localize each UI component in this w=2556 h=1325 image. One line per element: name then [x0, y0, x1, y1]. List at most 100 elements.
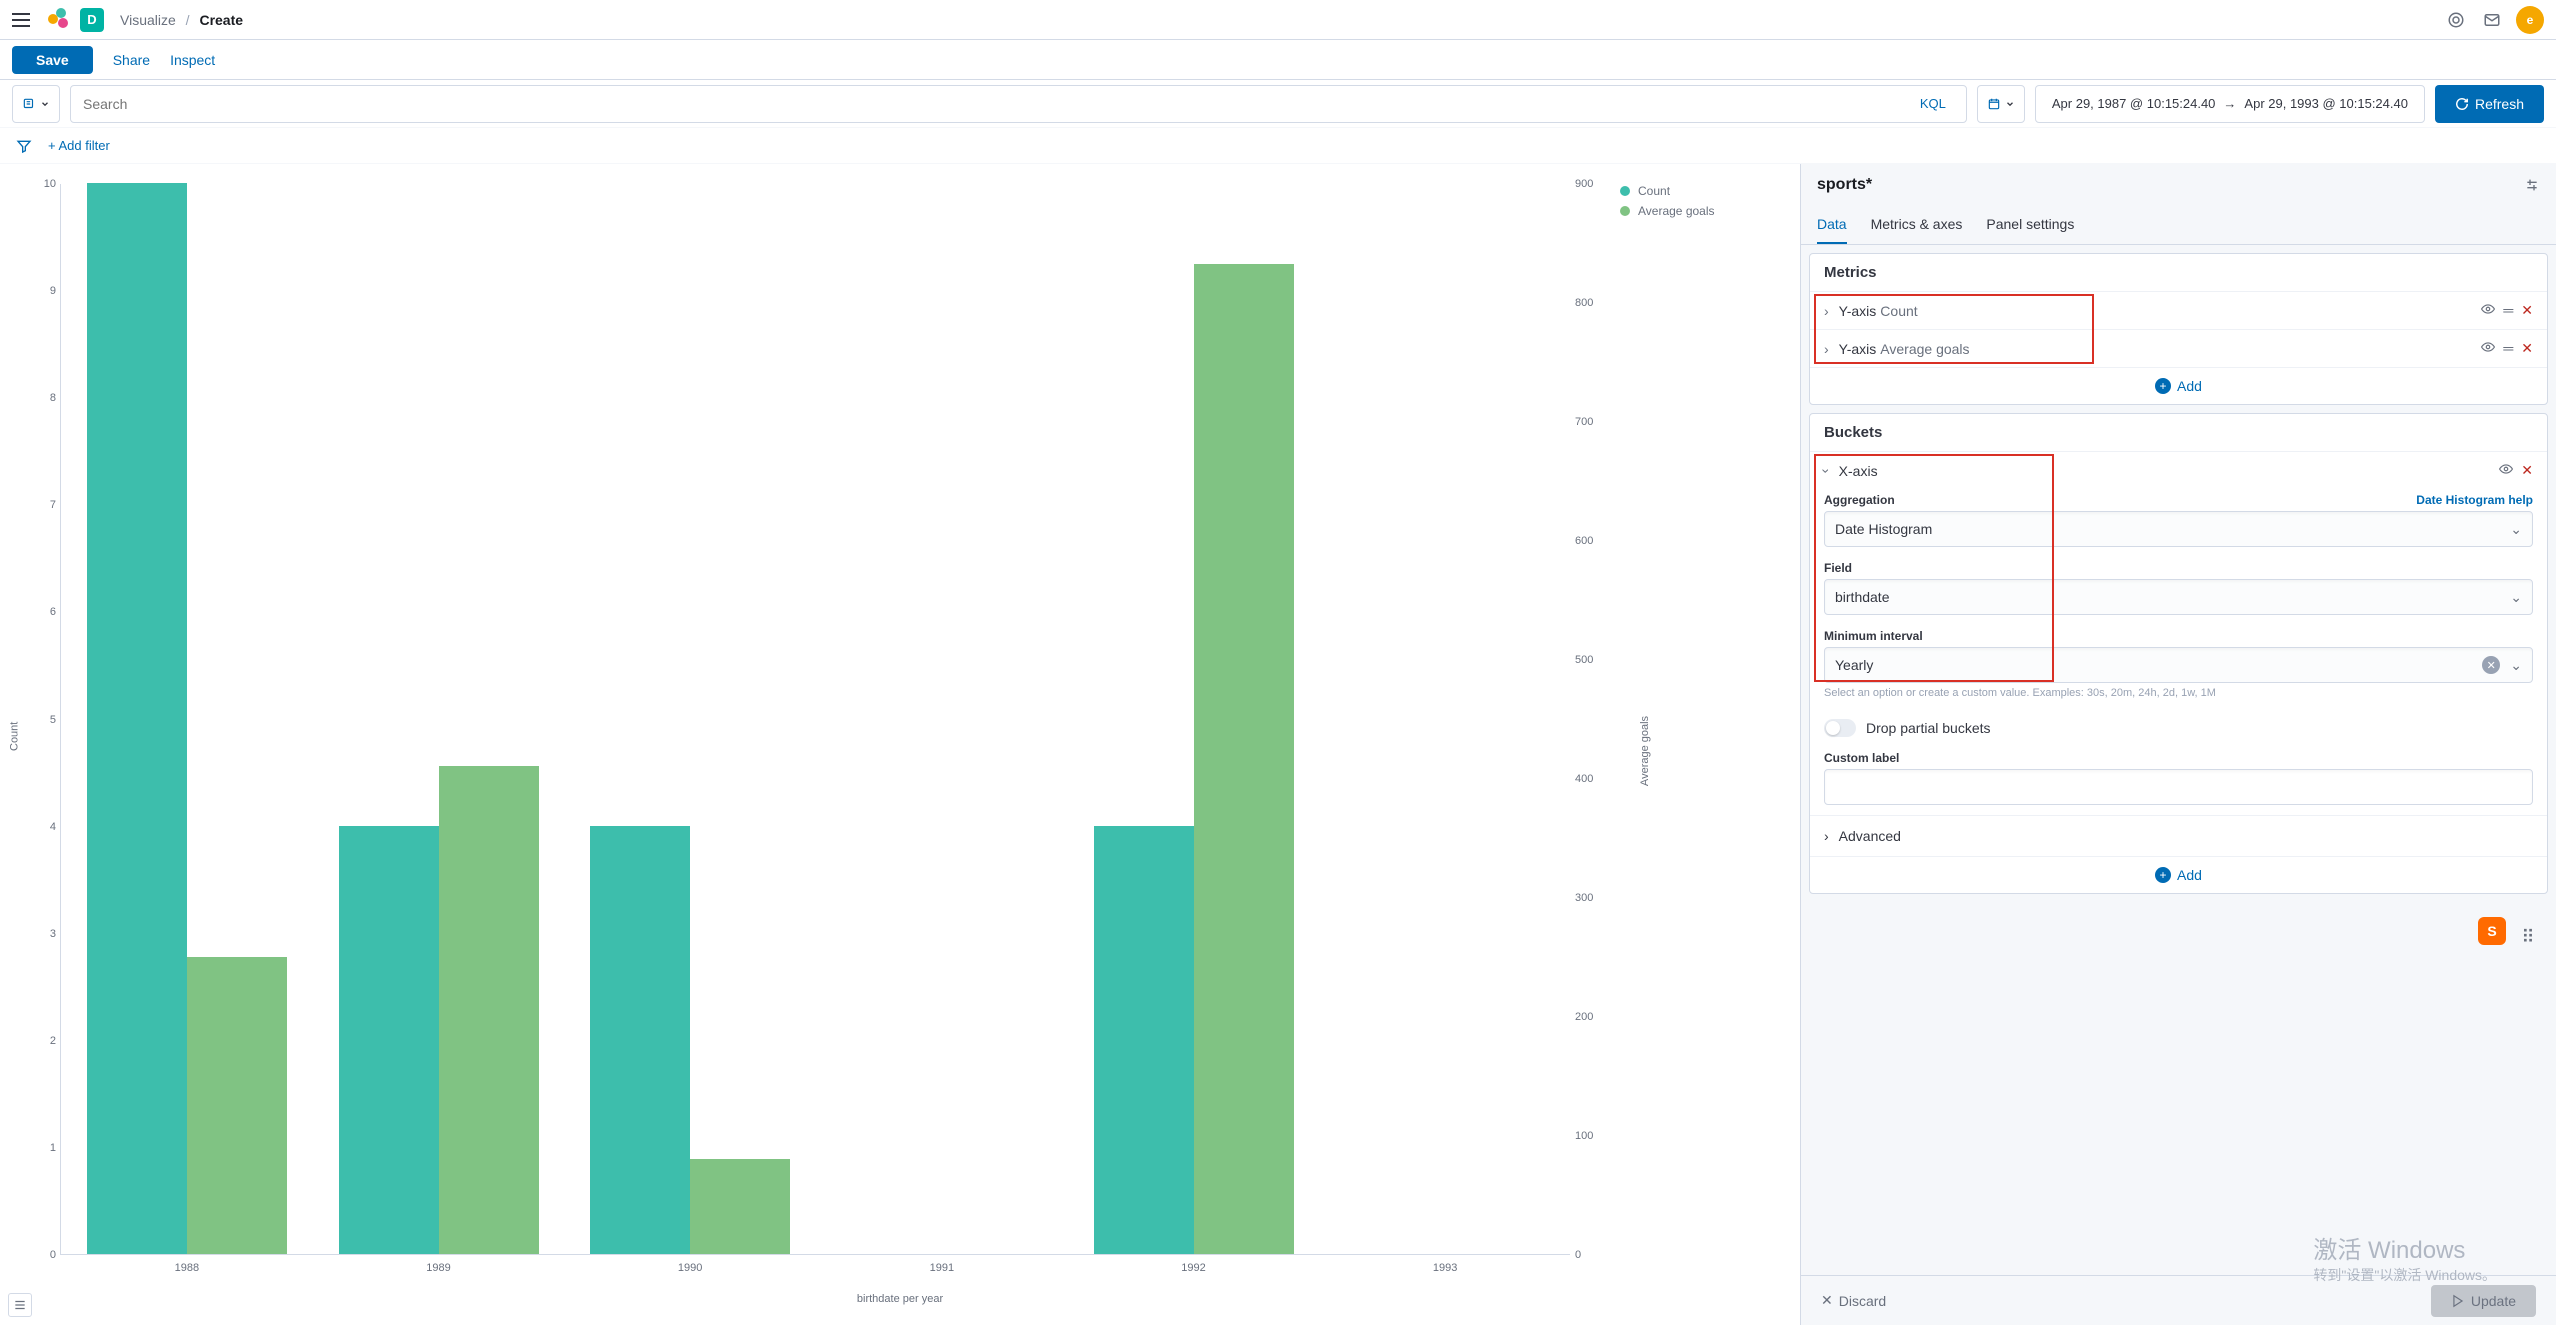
metric-row-actions: ═ ✕ [2481, 302, 2533, 319]
chart-bar[interactable] [439, 766, 539, 1254]
discard-button[interactable]: ✕ Discard [1821, 1292, 1886, 1309]
filter-options-icon[interactable] [12, 134, 36, 158]
custom-label-label: Custom label [1824, 751, 2533, 765]
windows-watermark: 激活 Windows 转到"设置"以激活 Windows。 [2313, 1230, 2496, 1285]
drop-partial-label: Drop partial buckets [1866, 720, 1991, 736]
kql-badge[interactable]: KQL [1912, 96, 1954, 111]
avatar[interactable]: e [2516, 6, 2544, 34]
eye-icon[interactable] [2499, 462, 2513, 479]
chart-plot[interactable]: 0123456789100100200300400500600700800900… [60, 184, 1570, 1255]
x-tick-label: 1992 [1181, 1262, 1205, 1274]
legend-label: Count [1638, 184, 1670, 198]
y-right-tick: 300 [1575, 892, 1615, 904]
save-button[interactable]: Save [12, 46, 93, 74]
filter-bar: + Add filter [0, 128, 2556, 164]
chevron-down-icon: ⌄ [2510, 521, 2522, 538]
tab-data[interactable]: Data [1817, 206, 1847, 244]
newsfeed-icon[interactable] [2444, 8, 2468, 32]
y-right-tick: 400 [1575, 773, 1615, 785]
y-right-tick: 0 [1575, 1249, 1615, 1261]
chevron-down-icon: ⌄ [2510, 589, 2522, 606]
date-to: Apr 29, 1993 @ 10:15:24.40 [2244, 96, 2408, 111]
add-label: Add [2177, 867, 2202, 883]
search-box[interactable]: KQL [70, 85, 1967, 123]
delete-icon[interactable]: ✕ [2521, 462, 2533, 479]
space-badge[interactable]: D [80, 8, 104, 32]
menu-icon[interactable] [12, 8, 36, 32]
metric-label: Y-axis [1839, 341, 1877, 357]
query-options-button[interactable] [12, 85, 60, 123]
header-right: e [2444, 6, 2544, 34]
bucket-row-xaxis[interactable]: › X-axis ✕ [1810, 451, 2547, 489]
metric-row-avg-goals[interactable]: › Y-axis Average goals ═ ✕ [1810, 329, 2547, 367]
add-filter-link[interactable]: + Add filter [48, 138, 110, 153]
chevron-right-icon: › [1824, 341, 1829, 357]
share-link[interactable]: Share [113, 52, 150, 68]
metric-value: Count [1880, 303, 1917, 319]
bucket-row-actions: ✕ [2499, 462, 2533, 479]
date-range[interactable]: Apr 29, 1987 @ 10:15:24.40 → Apr 29, 199… [2035, 85, 2425, 123]
advanced-row[interactable]: › Advanced [1810, 815, 2547, 856]
legend-toggle-icon[interactable] [8, 1293, 32, 1317]
y-right-tick: 200 [1575, 1011, 1615, 1023]
aggregation-label: Aggregation Date Histogram help [1824, 493, 2533, 507]
y-left-tick: 2 [16, 1035, 56, 1047]
chart-bar[interactable] [690, 1159, 790, 1254]
app-logo[interactable] [48, 8, 72, 32]
query-bar: KQL Apr 29, 1987 @ 10:15:24.40 → Apr 29,… [0, 80, 2556, 128]
chart-bar[interactable] [1194, 264, 1294, 1254]
custom-label-input[interactable] [1824, 769, 2533, 805]
drag-icon[interactable]: ═ [2503, 302, 2513, 319]
drag-icon[interactable]: ═ [2503, 340, 2513, 357]
plus-icon: + [2155, 867, 2171, 883]
aggregation-select[interactable]: Date Histogram ⌄ [1824, 511, 2533, 547]
legend-item[interactable]: Average goals [1620, 204, 1790, 218]
field-value: birthdate [1835, 589, 1889, 605]
tab-metrics-axes[interactable]: Metrics & axes [1871, 206, 1963, 244]
breadcrumb-root[interactable]: Visualize [120, 12, 176, 28]
tab-panel-settings[interactable]: Panel settings [1986, 206, 2074, 244]
chevron-right-icon: › [1824, 828, 1829, 844]
x-tick-label: 1993 [1433, 1262, 1457, 1274]
chart-bar[interactable] [87, 183, 187, 1254]
float-badge[interactable]: S [2478, 917, 2506, 945]
y-right-tick: 800 [1575, 297, 1615, 309]
legend-item[interactable]: Count [1620, 184, 1790, 198]
drop-partial-toggle[interactable] [1824, 719, 1856, 737]
delete-icon[interactable]: ✕ [2521, 340, 2533, 357]
add-bucket-button[interactable]: + Add [1810, 856, 2547, 893]
breadcrumb-current: Create [199, 12, 243, 28]
y-left-tick: 3 [16, 928, 56, 940]
float-badge-menu-icon[interactable]: ⠿ [2520, 929, 2536, 945]
delete-icon[interactable]: ✕ [2521, 302, 2533, 319]
chart-bar[interactable] [187, 957, 287, 1255]
search-input[interactable] [83, 96, 1912, 112]
date-quick-select[interactable] [1977, 85, 2025, 123]
add-metric-button[interactable]: + Add [1810, 367, 2547, 404]
advanced-label: Advanced [1839, 828, 1901, 844]
discard-label: Discard [1839, 1293, 1886, 1309]
panel-options-icon[interactable] [2524, 177, 2540, 193]
chart-bar[interactable] [339, 826, 439, 1254]
aggregation-help-link[interactable]: Date Histogram help [2416, 493, 2533, 507]
panel-tabs: Data Metrics & axes Panel settings [1801, 206, 2556, 245]
date-from: Apr 29, 1987 @ 10:15:24.40 [2052, 96, 2216, 111]
x-tick-label: 1990 [678, 1262, 702, 1274]
chart-bar[interactable] [590, 826, 690, 1254]
config-panel: sports* Data Metrics & axes Panel settin… [1800, 164, 2556, 1325]
update-button[interactable]: Update [2431, 1285, 2536, 1317]
eye-icon[interactable] [2481, 340, 2495, 357]
interval-select[interactable]: Yearly ✕ ⌄ [1824, 647, 2533, 683]
y-left-tick: 5 [16, 714, 56, 726]
clear-icon[interactable]: ✕ [2482, 656, 2500, 674]
metric-row-count[interactable]: › Y-axis Count ═ ✕ [1810, 291, 2547, 329]
chart-area: Count Average goals 01234567891001002003… [0, 164, 1800, 1325]
inspect-link[interactable]: Inspect [170, 52, 215, 68]
field-select[interactable]: birthdate ⌄ [1824, 579, 2533, 615]
refresh-button[interactable]: Refresh [2435, 85, 2544, 123]
legend-dot [1620, 206, 1630, 216]
app-root: D Visualize / Create e Save Share Inspec… [0, 0, 2556, 1325]
chart-bar[interactable] [1094, 826, 1194, 1254]
mail-icon[interactable] [2480, 8, 2504, 32]
eye-icon[interactable] [2481, 302, 2495, 319]
